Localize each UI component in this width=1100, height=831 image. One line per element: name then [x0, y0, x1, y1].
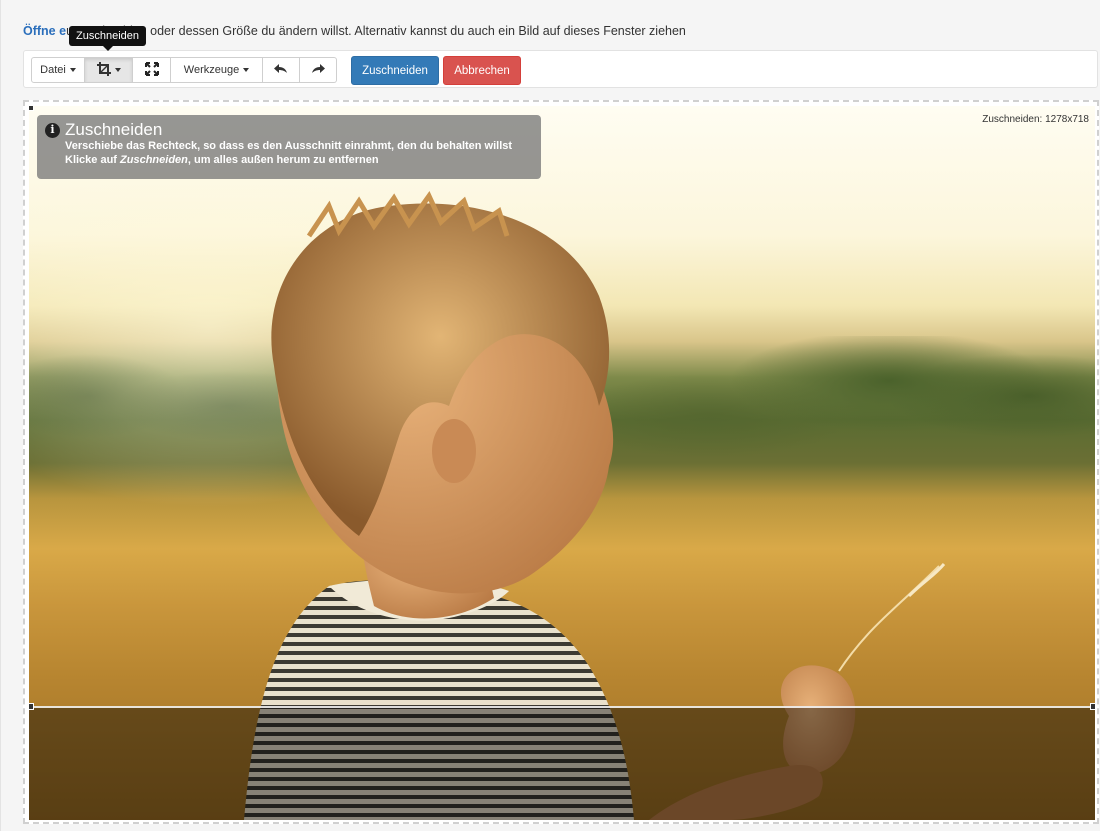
apply-crop-button[interactable]: Zuschneiden: [351, 56, 439, 85]
info-line2-emphasis: Zuschneiden: [120, 154, 188, 166]
resize-arrows-icon: [144, 61, 159, 79]
crop-handle-top-left[interactable]: [29, 106, 34, 111]
outside-crop-overlay: [29, 706, 1095, 820]
chevron-down-icon: [114, 68, 121, 72]
tools-menu-button[interactable]: Werkzeuge: [171, 57, 263, 83]
crop-size-label: Zuschneiden: 1278x718: [982, 114, 1089, 125]
redo-arrow-icon: [311, 63, 325, 78]
file-menu-label: Datei: [40, 64, 66, 76]
crop-info-panel: i Zuschneiden Verschiebe das Rechteck, s…: [37, 115, 541, 179]
chevron-down-icon: [69, 68, 76, 72]
toolbar: Datei Werkzeuge Zuschneiden Abbrechen: [23, 50, 1098, 88]
crop-icon: [96, 61, 111, 79]
crop-tooltip: Zuschneiden: [69, 26, 146, 51]
image-canvas[interactable]: i Zuschneiden Verschiebe das Rechteck, s…: [23, 100, 1099, 824]
cancel-button[interactable]: Abbrechen: [443, 56, 521, 85]
crop-tool-button[interactable]: [85, 57, 133, 83]
undo-arrow-icon: [274, 63, 288, 78]
tools-menu-label: Werkzeuge: [183, 64, 240, 76]
file-menu-button[interactable]: Datei: [31, 57, 85, 83]
crop-handle-bottom-left[interactable]: [29, 703, 34, 710]
photo: i Zuschneiden Verschiebe das Rechteck, s…: [29, 106, 1095, 820]
crop-handle-bottom-right[interactable]: [1090, 703, 1095, 710]
info-title: i Zuschneiden: [45, 121, 533, 139]
info-instruction-2: Klicke auf Zuschneiden, um alles außen h…: [45, 153, 533, 167]
redo-button[interactable]: [300, 57, 337, 83]
intro-rest: u zuschneiden oder dessen Größe du änder…: [66, 24, 686, 38]
info-line2-suffix: , um alles außen herum zu entfernen: [187, 154, 379, 166]
info-circle-icon: i: [45, 122, 60, 138]
resize-button[interactable]: [133, 57, 171, 83]
info-instruction-1: Verschiebe das Rechteck, so dass es den …: [65, 140, 513, 152]
open-image-link[interactable]: Öffne e: [23, 24, 66, 38]
undo-button[interactable]: [263, 57, 300, 83]
crop-bottom-edge[interactable]: [29, 706, 1095, 708]
info-title-text: Zuschneiden: [65, 120, 163, 139]
crop-editor-app: Öffne eu zuschneiden oder dessen Größe d…: [0, 0, 1100, 831]
info-line2-prefix: Klicke auf: [65, 154, 121, 166]
chevron-down-icon: [243, 68, 250, 72]
